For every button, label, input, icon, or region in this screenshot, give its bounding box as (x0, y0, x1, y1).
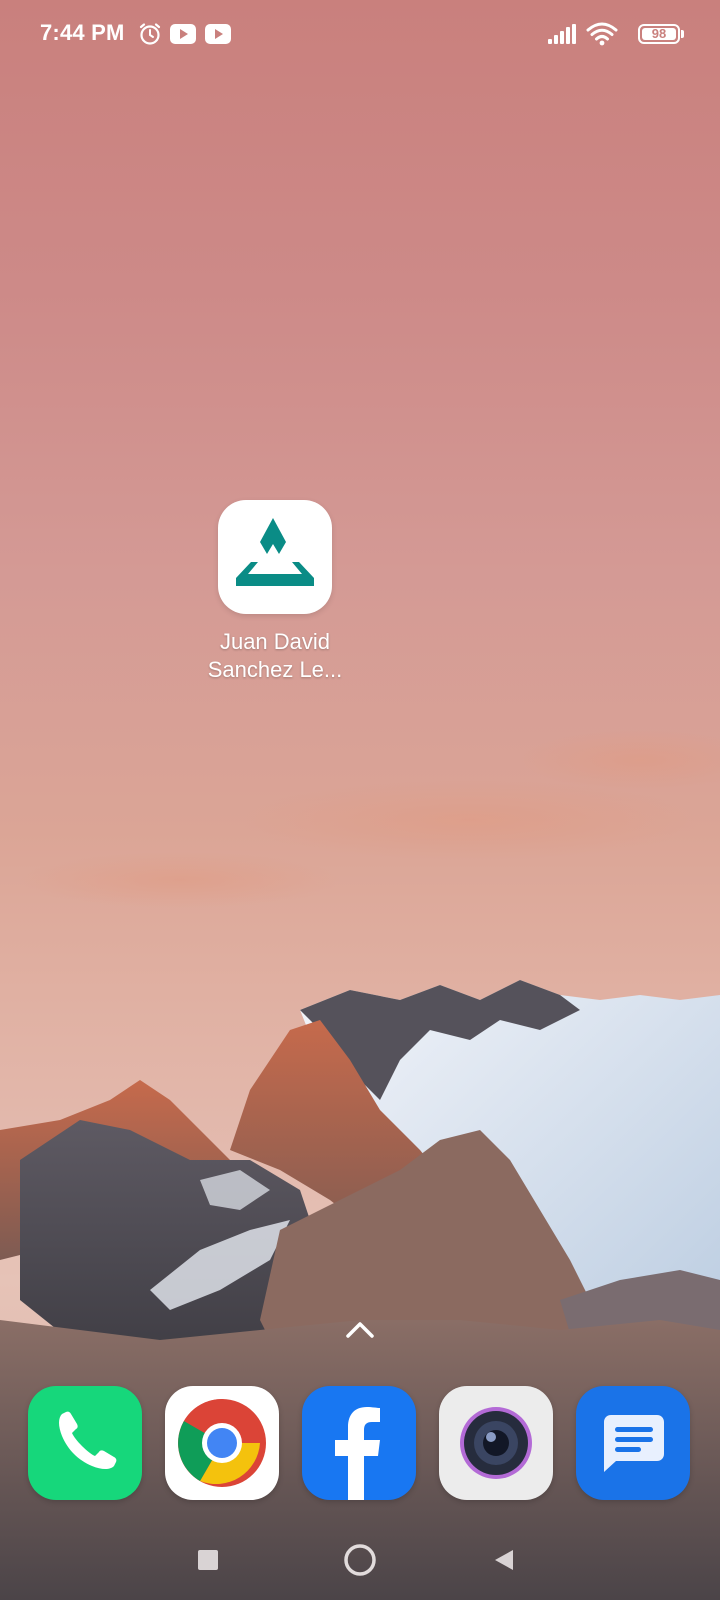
dock-chrome-app[interactable] (165, 1386, 279, 1500)
status-time: 7:44 PM (40, 20, 125, 45)
youtube-icon (205, 24, 231, 44)
chrome-icon (178, 1399, 266, 1487)
phone-icon (59, 1411, 117, 1469)
signal-icon (548, 24, 576, 44)
dock-phone-app[interactable] (28, 1386, 142, 1500)
chevron-up-icon[interactable] (343, 1318, 377, 1342)
messages-icon (604, 1415, 664, 1472)
wallpaper (0, 0, 720, 1600)
status-bar: 7:44 PM 98 (0, 0, 720, 72)
alarm-icon (139, 23, 161, 45)
juan-david-app-icon[interactable] (218, 500, 332, 614)
battery-cap (681, 30, 684, 38)
wifi-icon (586, 22, 618, 46)
recents-button[interactable] (196, 1548, 220, 1572)
dock-camera-app[interactable] (439, 1386, 553, 1500)
battery-level: 98 (651, 26, 667, 41)
mountain-illustration (0, 730, 720, 1600)
home-app-juan-david[interactable]: Juan David Sanchez Le... (200, 500, 350, 684)
camera-icon (460, 1407, 532, 1479)
facebook-icon (335, 1407, 380, 1500)
battery-icon: 98 (638, 24, 680, 44)
app-label-line2: Sanchez Le... (207, 657, 343, 682)
back-button[interactable] (492, 1548, 516, 1572)
youtube-icon (170, 24, 196, 44)
navigation-bar (0, 1520, 720, 1600)
app-label: Juan David Sanchez Le... (200, 628, 350, 684)
home-button[interactable] (340, 1540, 380, 1580)
dock-facebook-app[interactable] (302, 1386, 416, 1500)
dock-messages-app[interactable] (576, 1386, 690, 1500)
app-label-line1: Juan David (219, 629, 331, 654)
dock (28, 1386, 692, 1500)
